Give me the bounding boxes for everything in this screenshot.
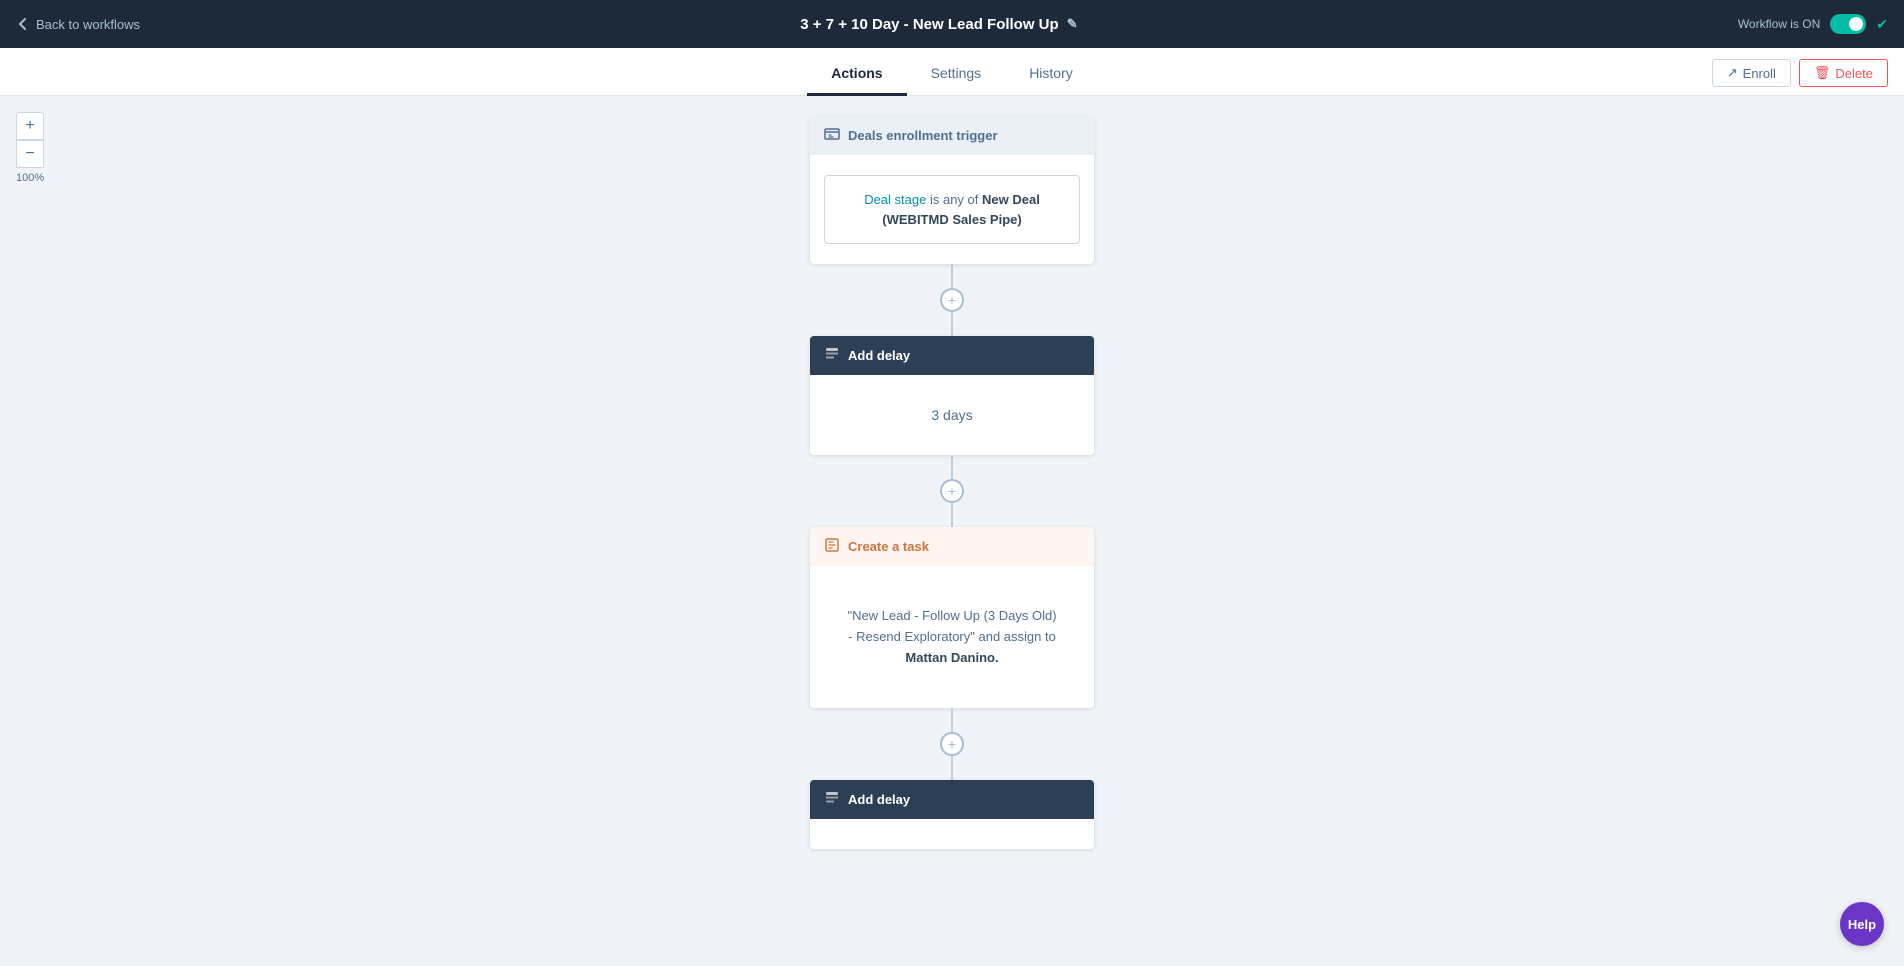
back-link-label: Back to workflows (36, 17, 140, 32)
edit-title-icon[interactable]: ✎ (1067, 16, 1078, 32)
trigger-header-label: Deals enrollment trigger (848, 128, 998, 143)
tab-action-buttons: ↗ Enroll 🗑 Delete (1712, 59, 1888, 87)
trigger-node[interactable]: Deals enrollment trigger Deal stage is a… (810, 116, 1094, 264)
add-step-button-2[interactable]: + (940, 479, 964, 503)
zoom-in-button[interactable]: + (16, 112, 44, 140)
delay-node-2[interactable]: Add delay (810, 780, 1094, 849)
back-to-workflows-link[interactable]: Back to workflows (16, 17, 140, 32)
delete-button[interactable]: 🗑 Delete (1799, 59, 1888, 87)
workflow-toggle[interactable] (1830, 14, 1866, 34)
workflow-status-label: Workflow is ON (1738, 17, 1820, 31)
task-node-1-body: "New Lead - Follow Up (3 Days Old) - Res… (810, 566, 1094, 708)
zoom-out-button[interactable]: − (16, 140, 44, 168)
connector-line-2b (951, 503, 953, 527)
delay-node-2-header: Add delay (810, 780, 1094, 819)
tab-actions[interactable]: Actions (807, 53, 906, 96)
workflow-title-text: 3 + 7 + 10 Day - New Lead Follow Up (800, 16, 1058, 33)
top-bar: Back to workflows 3 + 7 + 10 Day - New L… (0, 0, 1904, 48)
delay-node-1-header: Add delay (810, 336, 1094, 375)
tab-settings[interactable]: Settings (907, 53, 1006, 96)
delete-icon: 🗑 (1814, 65, 1831, 81)
connector-1: + (940, 264, 964, 336)
trigger-condition-text: is any of (930, 192, 982, 207)
workflow-canvas: Deals enrollment trigger Deal stage is a… (0, 96, 1904, 966)
delay-node-2-label: Add delay (848, 792, 910, 807)
workflow-title: 3 + 7 + 10 Day - New Lead Follow Up ✎ (800, 16, 1077, 33)
delay-node-1-value: 3 days (931, 407, 972, 423)
tab-history[interactable]: History (1005, 53, 1097, 96)
help-button[interactable]: Help (1840, 902, 1884, 946)
status-checkmark-icon: ✔ (1876, 16, 1888, 33)
task-body-assignee: Mattan Danino. (905, 650, 998, 665)
delay-node-1-label: Add delay (848, 348, 910, 363)
delay-node-1[interactable]: Add delay 3 days (810, 336, 1094, 455)
trigger-node-body: Deal stage is any of New Deal (WEBITMD S… (810, 155, 1094, 264)
connector-line-3 (951, 708, 953, 732)
add-step-button-1[interactable]: + (940, 288, 964, 312)
delay-icon-1 (824, 346, 840, 365)
connector-2: + (940, 455, 964, 527)
workflow-nodes-container: Deals enrollment trigger Deal stage is a… (0, 96, 1904, 966)
trigger-condition-box[interactable]: Deal stage is any of New Deal (WEBITMD S… (824, 175, 1080, 244)
deals-icon (824, 126, 840, 145)
enroll-icon: ↗ (1727, 65, 1738, 81)
enroll-button[interactable]: ↗ Enroll (1712, 59, 1791, 87)
trigger-node-header: Deals enrollment trigger (810, 116, 1094, 155)
task-body-middle: and assign to (979, 629, 1056, 644)
task-body-text: "New Lead - Follow Up (3 Days Old) - Res… (824, 586, 1080, 688)
tab-bar: Actions Settings History ↗ Enroll 🗑 Dele… (0, 48, 1904, 96)
delay-node-1-body: 3 days (810, 375, 1094, 455)
connector-line-3b (951, 756, 953, 780)
connector-line-1 (951, 264, 953, 288)
task-node-1-label: Create a task (848, 539, 929, 554)
delay-icon-2 (824, 790, 840, 809)
delay-node-2-body (810, 819, 1094, 849)
connector-line-2 (951, 455, 953, 479)
task-node-1[interactable]: Create a task "New Lead - Follow Up (3 D… (810, 527, 1094, 708)
task-node-1-header: Create a task (810, 527, 1094, 566)
zoom-level: 100% (16, 172, 44, 184)
connector-3: + (940, 708, 964, 780)
zoom-controls: + − 100% (16, 112, 44, 184)
trigger-condition-link: Deal stage (864, 192, 926, 207)
connector-line-1b (951, 312, 953, 336)
task-icon-1 (824, 537, 840, 556)
workflow-status: Workflow is ON ✔ (1738, 14, 1888, 34)
add-step-button-3[interactable]: + (940, 732, 964, 756)
